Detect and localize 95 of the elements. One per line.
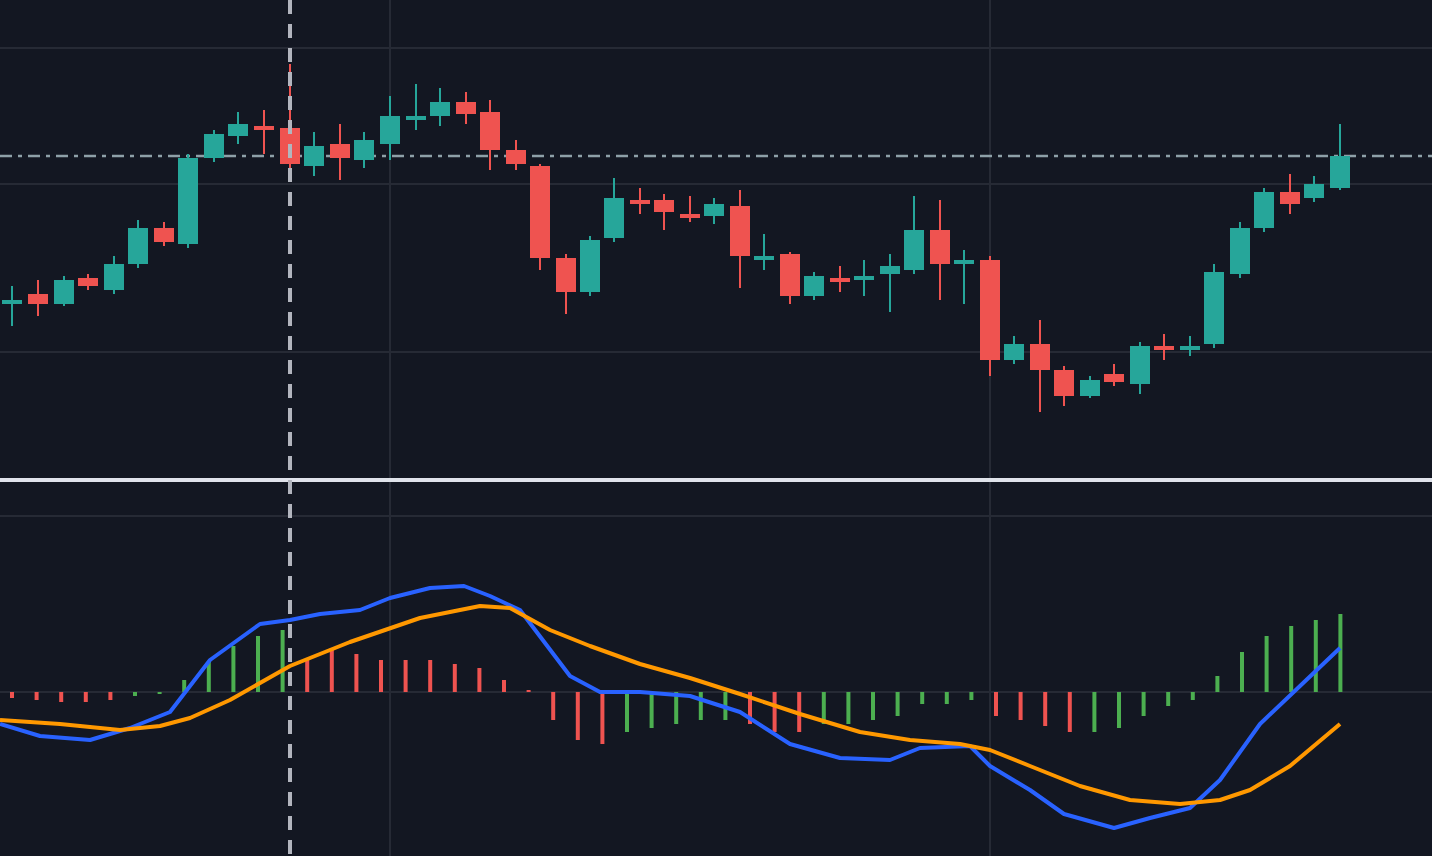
candlestick	[330, 123, 350, 181]
candlestick	[1304, 175, 1324, 203]
candlestick	[556, 253, 576, 315]
candlestick	[104, 255, 124, 295]
histogram-bar	[551, 692, 556, 720]
candlestick	[354, 131, 374, 169]
candlestick	[954, 249, 974, 305]
histogram-bar	[1166, 692, 1171, 706]
candlestick	[854, 259, 874, 297]
histogram-bar	[821, 692, 826, 724]
candlestick	[128, 219, 148, 269]
candlestick	[580, 235, 600, 297]
candlestick	[254, 109, 274, 155]
histogram-bar	[231, 646, 236, 692]
histogram-bar	[83, 692, 88, 702]
histogram-bar	[600, 692, 605, 744]
histogram-bar	[59, 692, 64, 702]
histogram-bar	[575, 692, 580, 740]
histogram-bar	[1141, 692, 1146, 716]
candlestick	[154, 221, 174, 247]
histogram-bar	[182, 680, 187, 692]
histogram-bar	[846, 692, 851, 724]
candlestick	[1004, 335, 1024, 365]
histogram-bar	[305, 660, 310, 692]
candlestick	[480, 99, 500, 171]
candlestick	[406, 83, 426, 131]
histogram-bar	[354, 654, 359, 692]
histogram-bar	[698, 692, 703, 720]
candlestick	[1180, 335, 1200, 357]
candlestick	[780, 251, 800, 305]
candlestick	[1230, 221, 1250, 279]
candlestick	[830, 265, 850, 293]
candlestick	[930, 199, 950, 301]
histogram-bar	[1313, 620, 1318, 692]
histogram-bar	[920, 692, 925, 704]
candlestick	[980, 255, 1000, 377]
histogram-bar	[1338, 614, 1343, 692]
candlestick	[804, 271, 824, 301]
histogram-bar	[206, 662, 211, 692]
candlestick	[430, 87, 450, 127]
candlestick	[630, 187, 650, 215]
candlestick	[1254, 187, 1274, 233]
candlestick	[54, 275, 74, 307]
candlestick	[904, 195, 924, 275]
candlestick	[228, 111, 248, 145]
histogram-bar	[772, 692, 777, 732]
histogram-bar	[1043, 692, 1048, 726]
candlestick	[704, 197, 724, 225]
histogram-bar	[1264, 636, 1269, 692]
candlestick	[730, 189, 750, 289]
candlestick	[1030, 319, 1050, 413]
candlestick	[654, 193, 674, 231]
histogram-bar	[477, 668, 482, 692]
histogram-bar	[1092, 692, 1097, 732]
histogram-bar	[329, 648, 334, 692]
histogram-bar	[723, 692, 728, 720]
candlestick	[530, 163, 550, 271]
candlestick	[754, 233, 774, 271]
histogram-bar	[1067, 692, 1072, 732]
histogram-bar	[674, 692, 679, 724]
candlestick	[506, 139, 526, 171]
histogram-bar	[280, 630, 285, 692]
candlestick	[1130, 341, 1150, 395]
histogram-bar	[1018, 692, 1023, 720]
candlestick	[78, 273, 98, 291]
histogram-bar	[969, 692, 974, 700]
candlestick	[28, 279, 48, 317]
histogram-bar	[452, 664, 457, 692]
candlestick	[1104, 363, 1124, 387]
candlestick	[1204, 263, 1224, 349]
histogram-bar	[797, 692, 802, 732]
histogram-bar	[34, 692, 39, 700]
candlestick	[1080, 375, 1100, 399]
candlestick	[456, 91, 476, 125]
candlestick	[1330, 123, 1350, 191]
histogram-bar	[895, 692, 900, 716]
histogram-bar	[428, 660, 433, 692]
candlestick	[880, 253, 900, 313]
candlestick	[680, 195, 700, 223]
histogram-bar	[1215, 676, 1220, 692]
histogram-bar	[403, 660, 408, 692]
histogram-bar	[108, 692, 113, 700]
histogram-bar	[944, 692, 949, 704]
histogram-bar	[1289, 626, 1294, 692]
candlestick	[604, 177, 624, 243]
candlestick	[1280, 173, 1300, 215]
histogram-bar	[1190, 692, 1195, 700]
histogram-bar	[649, 692, 654, 728]
candlestick	[1054, 365, 1074, 407]
candlestick	[178, 153, 198, 249]
candlestick	[1154, 333, 1174, 361]
candlestick	[304, 131, 324, 177]
candlestick	[380, 95, 400, 161]
candlestick	[2, 285, 22, 327]
candlestick	[204, 129, 224, 163]
